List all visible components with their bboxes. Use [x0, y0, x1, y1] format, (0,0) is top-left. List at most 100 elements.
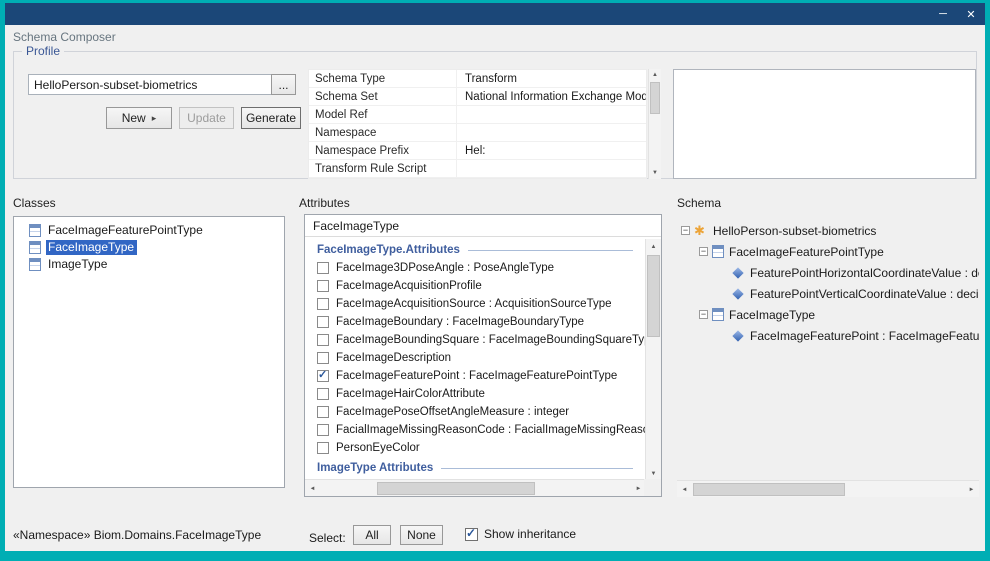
class-list-item[interactable]: FaceImageFeaturePointType [14, 222, 284, 239]
property-grid-scrollbar[interactable]: ▲ ▼ [648, 69, 661, 179]
show-inheritance-checkbox[interactable]: ✓ Show inheritance [465, 527, 576, 541]
schema-tree-node[interactable]: FaceImageType [677, 304, 979, 325]
class-list-item[interactable]: FaceImageType [14, 239, 284, 256]
select-label: Select: [309, 531, 346, 545]
select-all-button[interactable]: All [353, 525, 391, 545]
attribute-name: FacialImageMissingReasonCode : FacialIma… [336, 424, 645, 436]
attribute-checkbox[interactable] [317, 334, 329, 346]
tree-node-label: HelloPerson-subset-biometrics [713, 224, 876, 238]
attribute-row[interactable]: FaceImageAcquisitionSource : Acquisition… [305, 295, 645, 313]
attribute-checkbox[interactable] [317, 370, 329, 382]
select-none-label: None [407, 528, 436, 542]
attribute-row[interactable]: FacialImageMissingReasonCode : FacialIma… [305, 421, 645, 439]
attributes-hscrollbar[interactable]: ◄ ► [305, 479, 646, 496]
property-value [457, 124, 646, 141]
scrollbar-thumb[interactable] [693, 483, 845, 496]
attribute-checkbox[interactable] [317, 352, 329, 364]
attribute-name: FaceImageHairColorAttribute [336, 388, 485, 400]
profile-name-input[interactable] [28, 74, 272, 95]
schema-composer-window: ─ ✕ Schema Composer Profile ... New ▸ Up… [0, 0, 990, 561]
class-list-item[interactable]: ImageType [14, 256, 284, 273]
property-value: National Information Exchange Mod... [457, 88, 646, 105]
property-name: Namespace [309, 124, 457, 141]
close-button[interactable]: ✕ [957, 3, 985, 25]
class-name: FaceImageType [46, 240, 137, 255]
attribute-row[interactable]: FaceImageBoundary : FaceImageBoundaryTyp… [305, 313, 645, 331]
scrollbar-thumb[interactable] [647, 255, 660, 337]
attributes-section-header: FaceImageType.Attributes [305, 241, 645, 259]
browse-button[interactable]: ... [271, 74, 296, 95]
schema-tree-node[interactable]: FeaturePointHorizontalCoordinateValue : … [677, 262, 979, 283]
classes-listbox[interactable]: FaceImageFeaturePointType FaceImageType … [13, 216, 285, 488]
schema-hscrollbar[interactable]: ◄ ► [677, 480, 979, 497]
attribute-checkbox[interactable] [317, 316, 329, 328]
dropdown-arrow-icon: ▸ [152, 113, 157, 124]
scroll-right-icon[interactable]: ► [964, 482, 979, 497]
property-row[interactable]: Namespace [309, 124, 646, 142]
attribute-checkbox[interactable] [317, 406, 329, 418]
attribute-row[interactable]: PersonEyeColor [305, 439, 645, 457]
close-icon: ✕ [966, 8, 975, 21]
tree-node-label: FeaturePointHorizontalCoordinateValue : … [750, 266, 979, 280]
attribute-checkbox[interactable] [317, 442, 329, 454]
property-name: Namespace Prefix [309, 142, 457, 159]
scroll-up-icon[interactable]: ▲ [649, 69, 661, 81]
property-row[interactable]: Schema Type Transform [309, 70, 646, 88]
class-icon [29, 224, 41, 237]
schema-tree-nodes: HelloPerson-subset-biometrics FaceImageF… [677, 214, 979, 346]
schema-tree-node[interactable]: FaceImageFeaturePoint : FaceImageFeature… [677, 325, 979, 346]
attributes-label: Attributes [299, 196, 350, 210]
property-row[interactable]: Model Ref [309, 106, 646, 124]
scroll-up-icon[interactable]: ▲ [646, 239, 661, 254]
attribute-row[interactable]: FaceImageFeaturePoint : FaceImageFeature… [305, 367, 645, 385]
classes-label: Classes [13, 196, 56, 210]
attribute-name: FaceImageBoundary : FaceImageBoundaryTyp… [336, 316, 584, 328]
attribute-checkbox[interactable] [317, 298, 329, 310]
profile-group-label: Profile [22, 44, 64, 58]
property-row[interactable]: Namespace Prefix Hel: [309, 142, 646, 160]
attribute-row[interactable]: FaceImage3DPoseAngle : PoseAngleType [305, 259, 645, 277]
attribute-row[interactable]: FaceImageHairColorAttribute [305, 385, 645, 403]
schema-tree-node[interactable]: HelloPerson-subset-biometrics [677, 220, 979, 241]
property-name: Model Ref [309, 106, 457, 123]
attribute-row[interactable]: FaceImageBoundingSquare : FaceImageBound… [305, 331, 645, 349]
scrollbar-thumb[interactable] [650, 82, 660, 114]
property-row[interactable]: Transform Rule Script [309, 160, 646, 178]
tree-expander-icon[interactable] [699, 247, 708, 256]
attributes-vscrollbar[interactable]: ▲ ▼ [645, 239, 661, 481]
attribute-checkbox[interactable] [317, 280, 329, 292]
attribute-checkbox[interactable] [317, 424, 329, 436]
schema-tree-node[interactable]: FaceImageFeaturePointType [677, 241, 979, 262]
attribute-row[interactable]: FaceImageDescription [305, 349, 645, 367]
minimize-button[interactable]: ─ [929, 3, 957, 25]
generate-button[interactable]: Generate [241, 107, 301, 129]
attributes-header: FaceImageType [305, 215, 661, 237]
property-name: Schema Type [309, 70, 457, 87]
select-all-label: All [365, 528, 378, 542]
property-row[interactable]: Schema Set National Information Exchange… [309, 88, 646, 106]
tree-expander-icon[interactable] [681, 226, 690, 235]
tree-expander-icon[interactable] [699, 310, 708, 319]
attributes-panel: FaceImageType FaceImageType.Attributes F… [304, 214, 662, 497]
attribute-row[interactable]: FaceImageAcquisitionProfile [305, 277, 645, 295]
select-none-button[interactable]: None [400, 525, 443, 545]
scrollbar-thumb[interactable] [377, 482, 535, 495]
attribute-name: FaceImageAcquisitionProfile [336, 280, 482, 292]
update-button[interactable]: Update [179, 107, 234, 129]
checkbox-box[interactable]: ✓ [465, 528, 478, 541]
attribute-name: FaceImageBoundingSquare : FaceImageBound… [336, 334, 645, 346]
new-button[interactable]: New ▸ [106, 107, 172, 129]
attribute-checkbox[interactable] [317, 262, 329, 274]
window-title-label: Schema Composer [13, 30, 116, 44]
minimize-icon: ─ [939, 8, 947, 20]
scroll-down-icon[interactable]: ▼ [649, 167, 661, 179]
class-icon [29, 258, 41, 271]
scroll-left-icon[interactable]: ◄ [677, 482, 692, 497]
checkmark-icon: ✓ [466, 526, 476, 540]
schema-tree-node[interactable]: FeaturePointVerticalCoordinateValue : de… [677, 283, 979, 304]
schema-label: Schema [677, 196, 721, 210]
attribute-row[interactable]: FaceImagePoseOffsetAngleMeasure : intege… [305, 403, 645, 421]
attribute-name: FaceImageFeaturePoint : FaceImageFeature… [336, 370, 617, 382]
scroll-left-icon[interactable]: ◄ [305, 481, 320, 496]
attribute-checkbox[interactable] [317, 388, 329, 400]
